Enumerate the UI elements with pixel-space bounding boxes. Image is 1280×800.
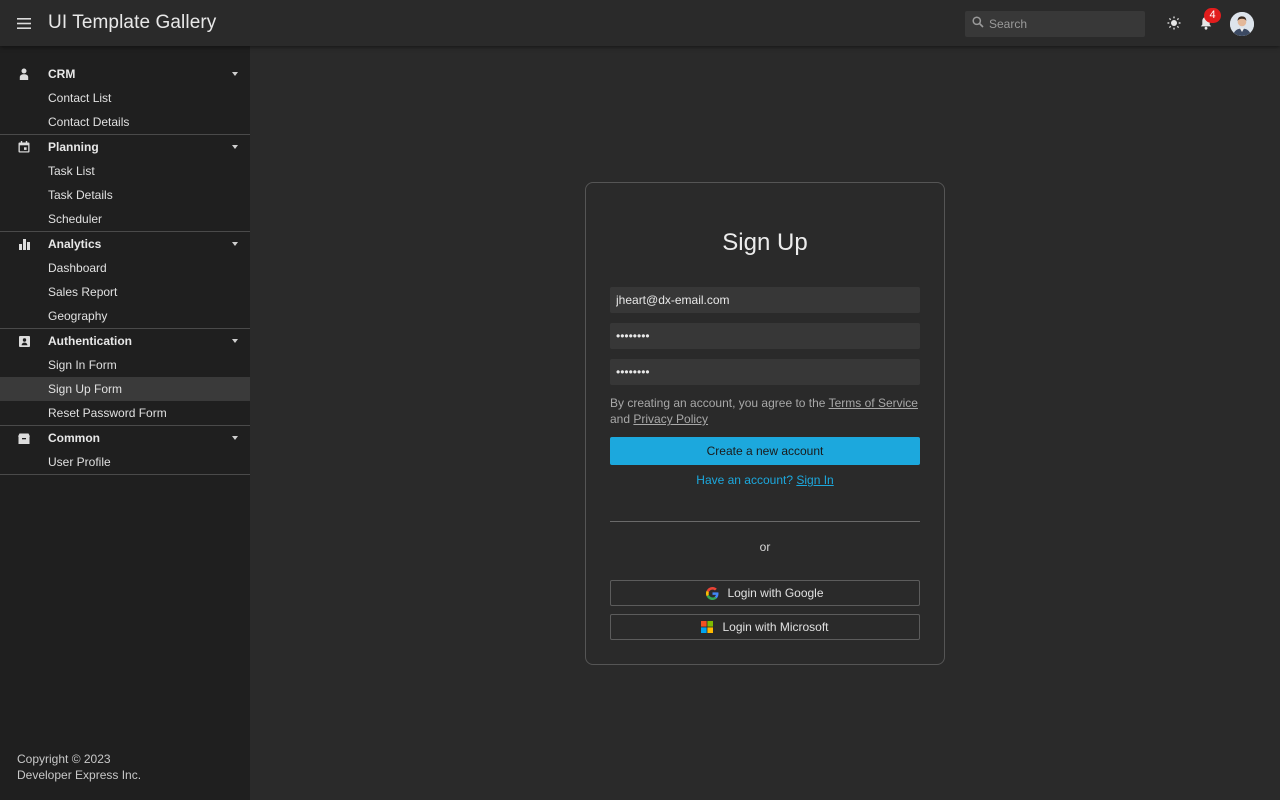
search-icon (972, 15, 984, 33)
chevron-down-icon (232, 436, 238, 440)
copyright-footer: Copyright © 2023 Developer Express Inc. (17, 751, 141, 783)
nav-group-header-analytics[interactable]: Analytics (0, 232, 250, 256)
nav-group-label: Planning (48, 140, 99, 154)
sidebar-item-sign-in-form[interactable]: Sign In Form (0, 353, 250, 377)
sidebar: CRM Contact List Contact Details Plannin… (0, 46, 250, 800)
hamburger-menu-icon[interactable] (12, 11, 36, 35)
google-icon (706, 586, 719, 600)
terms-prefix-text: By creating an account, you agree to the (610, 396, 826, 410)
have-account-row: Have an account? Sign In (586, 473, 944, 487)
app-title: UI Template Gallery (48, 12, 217, 33)
user-avatar[interactable] (1230, 12, 1254, 36)
sidebar-item-user-profile[interactable]: User Profile (0, 450, 250, 474)
box-icon (17, 431, 31, 445)
company-name: Developer Express Inc. (17, 768, 142, 782)
sidebar-item-task-details[interactable]: Task Details (0, 183, 250, 207)
nav-group-label: Common (48, 431, 100, 445)
nav-group-label: CRM (48, 67, 76, 81)
nav-group-header-crm[interactable]: CRM (0, 62, 250, 86)
chevron-down-icon (232, 339, 238, 343)
microsoft-icon (701, 620, 714, 634)
sidebar-item-dashboard[interactable]: Dashboard (0, 256, 250, 280)
or-separator: or (759, 540, 771, 554)
create-account-button[interactable]: Create a new account (610, 437, 920, 465)
nav-group-planning: Planning Task List Task Details Schedule… (0, 135, 250, 232)
sidebar-item-reset-password-form[interactable]: Reset Password Form (0, 401, 250, 425)
nav-group-authentication: Authentication Sign In Form Sign Up Form… (0, 329, 250, 426)
nav-group-analytics: Analytics Dashboard Sales Report Geograp… (0, 232, 250, 329)
sign-in-link[interactable]: Sign In (796, 473, 833, 487)
sidebar-item-sign-up-form[interactable]: Sign Up Form (0, 377, 250, 401)
calendar-icon (17, 140, 31, 154)
nav-group-common: Common User Profile (0, 426, 250, 475)
google-button-label: Login with Google (727, 586, 824, 600)
sidebar-item-task-list[interactable]: Task List (0, 159, 250, 183)
terms-notice: By creating an account, you agree to the… (610, 395, 926, 427)
terms-of-service-link[interactable]: Terms of Service (829, 396, 918, 410)
nav-group-label: Authentication (48, 334, 132, 348)
sidebar-item-contact-details[interactable]: Contact Details (0, 110, 250, 134)
login-microsoft-button[interactable]: Login with Microsoft (610, 614, 920, 640)
notification-count-badge: 4 (1204, 8, 1221, 23)
nav-group-header-planning[interactable]: Planning (0, 135, 250, 159)
sidebar-item-geography[interactable]: Geography (0, 304, 250, 328)
terms-and-text: and (610, 412, 631, 426)
signup-card: Sign Up By creating an account, you agre… (585, 182, 945, 665)
search-box[interactable] (965, 11, 1145, 37)
privacy-policy-link[interactable]: Privacy Policy (633, 412, 708, 426)
search-input[interactable] (989, 17, 1129, 31)
sidebar-item-contact-list[interactable]: Contact List (0, 86, 250, 110)
nav-group-crm: CRM Contact List Contact Details (0, 46, 250, 135)
bar-chart-icon (17, 237, 31, 251)
copyright-line: Copyright © 2023 (17, 752, 111, 766)
divider (610, 521, 920, 522)
page-title: Sign Up (722, 229, 808, 256)
sidebar-item-scheduler[interactable]: Scheduler (0, 207, 250, 231)
app-header: UI Template Gallery 4 (0, 0, 1280, 46)
nav-group-header-authentication[interactable]: Authentication (0, 329, 250, 353)
sidebar-item-sales-report[interactable]: Sales Report (0, 280, 250, 304)
login-google-button[interactable]: Login with Google (610, 580, 920, 606)
theme-toggle-sun-icon[interactable] (1163, 12, 1185, 34)
confirm-password-field[interactable] (610, 359, 920, 385)
nav-group-label: Analytics (48, 237, 102, 251)
microsoft-button-label: Login with Microsoft (722, 620, 829, 634)
chevron-down-icon (232, 72, 238, 76)
password-field[interactable] (610, 323, 920, 349)
contact-card-icon (17, 334, 31, 348)
chevron-down-icon (232, 145, 238, 149)
chevron-down-icon (232, 242, 238, 246)
have-account-text: Have an account? (696, 473, 794, 487)
user-icon (17, 67, 31, 81)
email-field[interactable] (610, 287, 920, 313)
nav-group-header-common[interactable]: Common (0, 426, 250, 450)
